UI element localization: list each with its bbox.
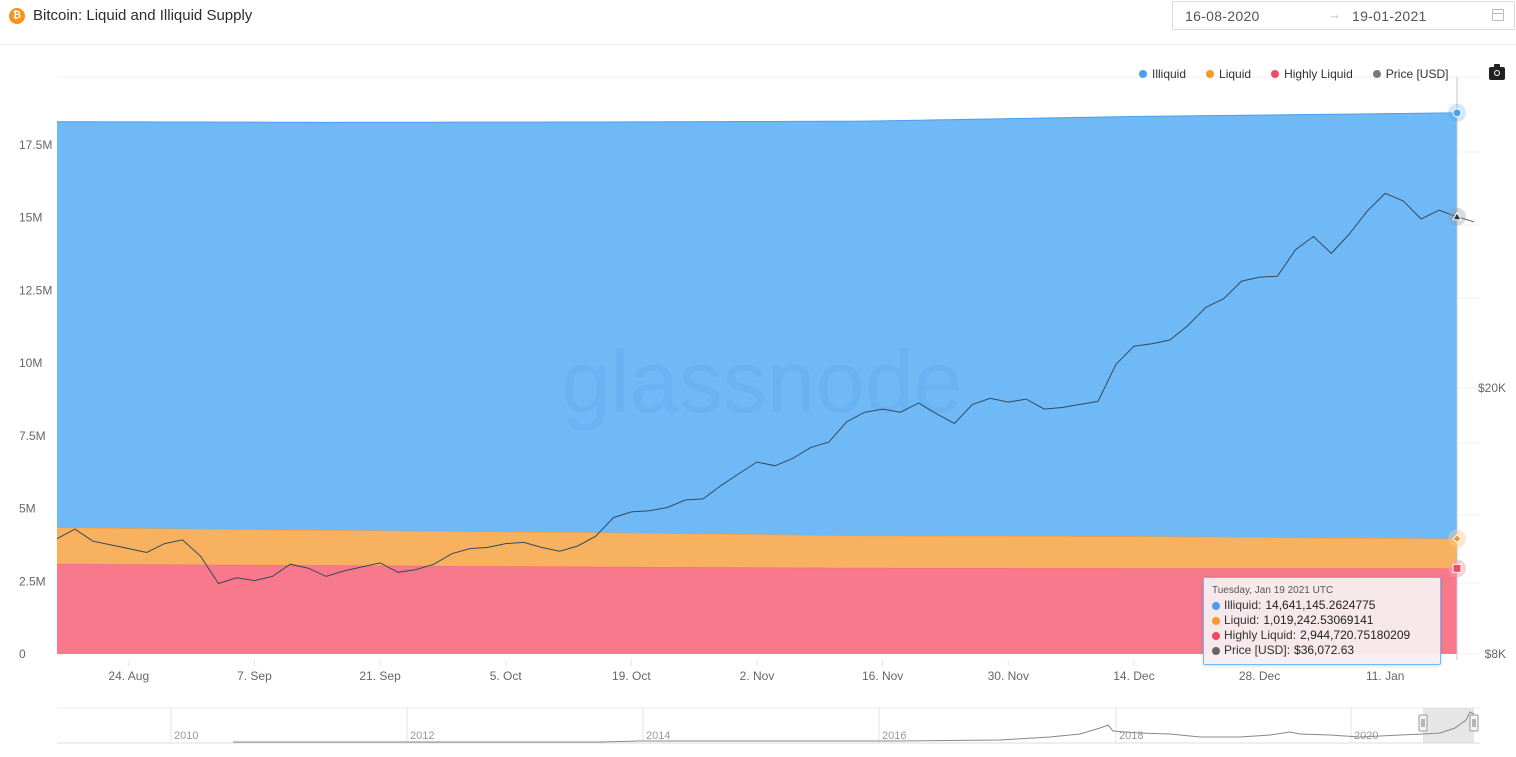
legend-label: Price [USD] xyxy=(1385,67,1449,81)
legend-item-price[interactable]: Price [USD] xyxy=(1372,67,1449,81)
y-tick-label: 7.5M xyxy=(19,429,46,443)
y-tick-label: 5M xyxy=(19,502,36,516)
legend-label: Highly Liquid xyxy=(1284,67,1353,81)
tooltip-value: $36,072.63 xyxy=(1294,643,1355,657)
navigator-year-label: 2014 xyxy=(646,730,670,742)
tooltip: Tuesday, Jan 19 2021 UTC Illiquid:14,641… xyxy=(1203,577,1441,665)
series-dot-icon xyxy=(1212,646,1220,655)
x-tick-label: 19. Oct xyxy=(612,669,651,683)
tooltip-label: Illiquid xyxy=(1224,598,1259,612)
illiquid-marker xyxy=(1452,108,1462,118)
series-dot-icon xyxy=(1212,616,1220,625)
tooltip-row-price: Price [USD]: $36,072.63 xyxy=(1212,643,1432,658)
series-dot-icon xyxy=(1212,601,1220,610)
x-tick-label: 7. Sep xyxy=(237,669,272,683)
navigator-year-label: 2012 xyxy=(410,730,434,742)
navigator-handle[interactable] xyxy=(1469,714,1479,732)
navigator: 2010 2012 2014 2016 2018 2020 xyxy=(57,707,1480,744)
x-tick-label: 28. Dec xyxy=(1239,669,1280,683)
y-tick-label: 15M xyxy=(19,211,42,225)
x-tick-label: 11. Jan xyxy=(1366,669,1404,683)
legend-label: Liquid xyxy=(1219,67,1252,81)
y-axis-right: $8K $20K xyxy=(1478,381,1506,661)
legend-item-highly-liquid[interactable]: Highly Liquid xyxy=(1271,67,1353,81)
legend: Illiquid Liquid Highly Liquid Price [USD… xyxy=(1139,67,1468,81)
x-tick-label: 24. Aug xyxy=(108,669,149,683)
tooltip-label: Liquid xyxy=(1224,613,1257,627)
x-tick-label: 21. Sep xyxy=(359,669,401,683)
navigator-year-label: 2016 xyxy=(882,730,906,742)
camera-icon[interactable] xyxy=(1489,64,1505,80)
y-right-tick-label: $8K xyxy=(1485,647,1506,661)
x-tick-label: 2. Nov xyxy=(740,669,775,683)
area-illiquid xyxy=(57,112,1457,539)
legend-dot-icon xyxy=(1206,70,1215,78)
tooltip-label: Price [USD] xyxy=(1224,643,1287,657)
x-tick-label: 14. Dec xyxy=(1113,669,1154,683)
y-tick-label: 12.5M xyxy=(19,283,52,297)
tooltip-row-highly-liquid: Highly Liquid:2,944,720.75180209 xyxy=(1212,628,1432,643)
legend-dot-icon xyxy=(1271,70,1280,78)
legend-dot-icon xyxy=(1372,70,1381,78)
navigator-selection xyxy=(1423,708,1474,743)
legend-item-liquid[interactable]: Liquid xyxy=(1206,67,1251,81)
x-tick-label: 30. Nov xyxy=(988,669,1029,683)
legend-dot-icon xyxy=(1139,70,1147,78)
tooltip-row-illiquid: Illiquid:14,641,145.2624775 xyxy=(1212,598,1432,613)
y-right-tick-label: $20K xyxy=(1478,381,1506,395)
tooltip-value: 2,944,720.75180209 xyxy=(1300,628,1411,642)
y-tick-label: 2.5M xyxy=(19,574,46,588)
navigator-year-label: 2010 xyxy=(174,730,198,742)
tooltip-value: 1,019,242.53069141 xyxy=(1263,613,1374,627)
highly-liquid-marker xyxy=(1452,563,1462,573)
y-axis-left: 0 2.5M 5M 7.5M 10M 12.5M 15M 17.5M xyxy=(19,138,52,661)
series-dot-icon xyxy=(1212,631,1220,640)
x-tick-label: 16. Nov xyxy=(862,669,903,683)
tooltip-date: Tuesday, Jan 19 2021 UTC xyxy=(1212,585,1334,596)
x-tick-label: 5. Oct xyxy=(490,669,523,683)
tooltip-label: Highly Liquid xyxy=(1224,628,1293,642)
y-tick-label: 10M xyxy=(19,356,42,370)
legend-label: Illiquid xyxy=(1152,67,1187,81)
y-tick-label: 0 xyxy=(19,647,26,661)
navigator-handle[interactable] xyxy=(1418,714,1428,732)
y-tick-label: 17.5M xyxy=(19,138,52,152)
watermark: glassnode xyxy=(561,332,962,431)
legend-item-illiquid[interactable]: Illiquid xyxy=(1139,67,1186,81)
tooltip-row-liquid: Liquid:1,019,242.53069141 xyxy=(1212,613,1432,628)
tooltip-value: 14,641,145.2624775 xyxy=(1265,598,1376,612)
